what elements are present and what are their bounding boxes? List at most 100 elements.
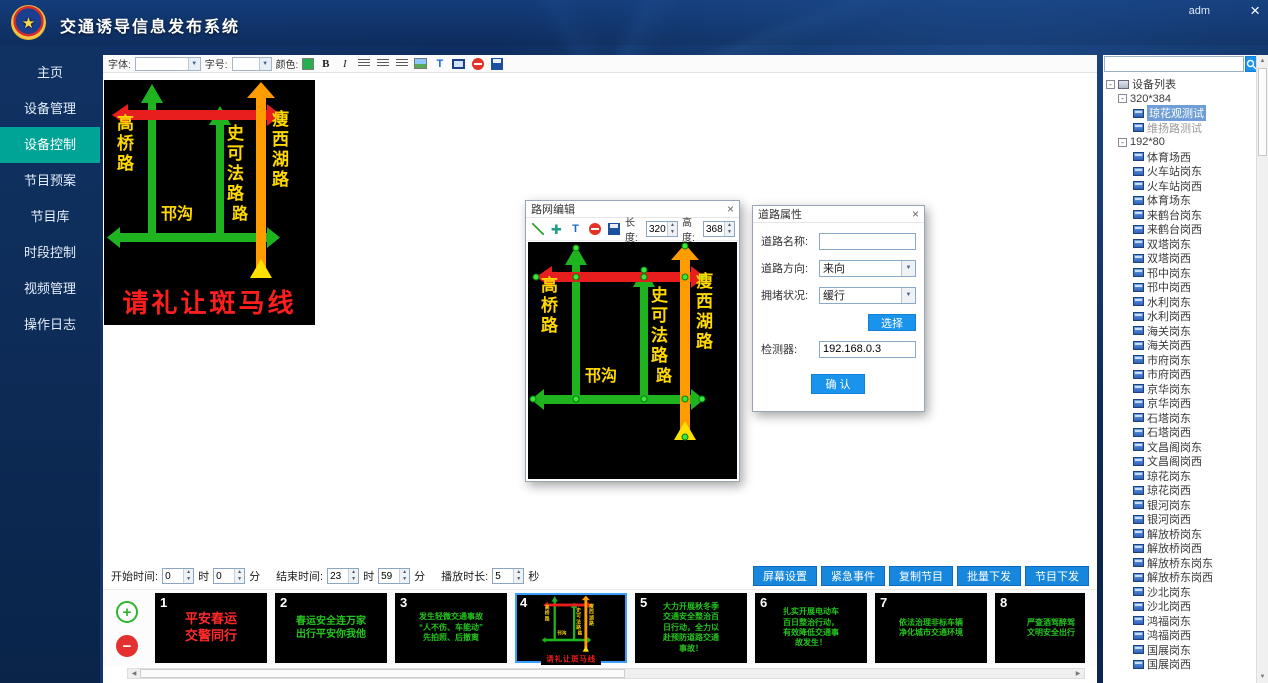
collapse-icon[interactable]: - — [1118, 94, 1127, 103]
align-right-button[interactable] — [394, 57, 409, 71]
device-tree-item[interactable]: 京华岗西 — [1105, 396, 1255, 411]
device-tree-item[interactable]: 文昌阁岗西 — [1105, 454, 1255, 469]
increment-icon[interactable]: ▲ — [184, 569, 193, 576]
horizontal-scrollbar[interactable]: ◀ ▶ — [127, 668, 1085, 679]
device-tree-item[interactable]: 海关岗西 — [1105, 338, 1255, 353]
sidebar-item-program-plan[interactable]: 节目预案 — [0, 163, 100, 199]
decrement-icon[interactable]: ▼ — [400, 576, 409, 583]
device-tree-item[interactable]: 解放桥东岗东 — [1105, 556, 1255, 571]
detector-field[interactable] — [819, 341, 916, 358]
device-tree-item[interactable]: 国展岗西 — [1105, 657, 1255, 672]
align-left-button[interactable] — [356, 57, 371, 71]
road-name-field[interactable] — [819, 233, 916, 250]
start-minute-stepper[interactable]: ▲▼ — [213, 568, 245, 584]
insert-image-button[interactable] — [413, 57, 428, 71]
insert-text-button[interactable]: T — [432, 57, 447, 71]
device-tree-item[interactable]: 双塔岗西 — [1105, 251, 1255, 266]
device-tree-item[interactable]: 沙北岗东 — [1105, 585, 1255, 600]
close-icon[interactable]: × — [1250, 2, 1260, 19]
device-tree-item[interactable]: 海关岗东 — [1105, 324, 1255, 339]
device-tree-item[interactable]: 文昌阁岗东 — [1105, 440, 1255, 455]
scroll-down-icon[interactable]: ▼ — [1257, 671, 1268, 683]
device-tree-item[interactable]: 国展岗东 — [1105, 643, 1255, 658]
device-tree-item[interactable]: 体育场西 — [1105, 150, 1255, 165]
emergency-event-button[interactable]: 紧急事件 — [821, 566, 885, 586]
program-send-button[interactable]: 节目下发 — [1025, 566, 1089, 586]
text-tool-button[interactable]: T — [568, 222, 583, 236]
scroll-left-icon[interactable]: ◀ — [128, 669, 140, 678]
program-thumbnail-8[interactable]: 8 严查酒驾醉驾 文明安全出行 — [995, 593, 1085, 663]
device-tree-item[interactable]: 体育场东 — [1105, 193, 1255, 208]
tree-root[interactable]: - 设备列表 — [1105, 77, 1255, 92]
vertical-scrollbar[interactable]: ▲ ▼ — [1256, 55, 1268, 683]
program-thumbnail-1[interactable]: 1 平安春运 交警同行 — [155, 593, 267, 663]
duration-input[interactable] — [493, 569, 513, 583]
congestion-select[interactable]: 缓行 ▼ — [819, 287, 916, 304]
device-tree-item[interactable]: 琼花岗西 — [1105, 483, 1255, 498]
start-hour-stepper[interactable]: ▲▼ — [162, 568, 194, 584]
remove-program-button[interactable]: − — [116, 635, 138, 657]
decrement-icon[interactable]: ▼ — [184, 576, 193, 583]
device-tree-item[interactable]: 来鹤台岗东 — [1105, 208, 1255, 223]
increment-icon[interactable]: ▲ — [349, 569, 358, 576]
tree-group-192x80[interactable]: - 192*80 — [1105, 135, 1255, 150]
duration-stepper[interactable]: ▲▼ — [492, 568, 524, 584]
decrement-icon[interactable]: ▼ — [725, 229, 734, 236]
device-tree-item[interactable]: 银河岗东 — [1105, 498, 1255, 513]
device-tree-item[interactable]: 鸿福岗西 — [1105, 628, 1255, 643]
program-thumbnail-2[interactable]: 2 春运安全连万家 出行平安你我他 — [275, 593, 387, 663]
end-hour-input[interactable] — [328, 569, 348, 583]
end-hour-stepper[interactable]: ▲▼ — [327, 568, 359, 584]
device-tree-item[interactable]: 双塔岗东 — [1105, 237, 1255, 252]
device-tree-item[interactable]: 琼花观测试 — [1105, 106, 1255, 121]
select-button[interactable]: 选择 — [868, 314, 916, 331]
height-input[interactable] — [704, 222, 724, 236]
sidebar-item-device-management[interactable]: 设备管理 — [0, 91, 100, 127]
scroll-thumb[interactable] — [140, 669, 625, 678]
device-tree-item[interactable]: 火车站岗东 — [1105, 164, 1255, 179]
device-tree-item[interactable]: 邗中岗西 — [1105, 280, 1255, 295]
length-stepper[interactable]: ▲▼ — [646, 221, 678, 237]
end-minute-input[interactable] — [379, 569, 399, 583]
device-tree-item[interactable]: 水利岗西 — [1105, 309, 1255, 324]
increment-icon[interactable]: ▲ — [725, 222, 734, 229]
close-icon[interactable]: × — [912, 208, 919, 220]
copy-program-button[interactable]: 复制节目 — [889, 566, 953, 586]
device-tree-item[interactable]: 沙北岗西 — [1105, 599, 1255, 614]
device-tree-item[interactable]: 水利岗东 — [1105, 295, 1255, 310]
save-button[interactable] — [489, 57, 504, 71]
program-thumbnail-7[interactable]: 7 依法治理非标车辆 净化城市交通环境 — [875, 593, 987, 663]
sign-preview[interactable]: 高桥路 史可法路 瘦西湖路 邗沟 路 请礼让斑马线 — [104, 80, 315, 325]
device-tree-item[interactable]: 维扬路测试 — [1105, 121, 1255, 136]
sidebar-item-operation-log[interactable]: 操作日志 — [0, 307, 100, 343]
device-tree-item[interactable]: 石塔岗西 — [1105, 425, 1255, 440]
device-tree-item[interactable]: 银河岗西 — [1105, 512, 1255, 527]
scroll-right-icon[interactable]: ▶ — [1072, 669, 1084, 678]
start-hour-input[interactable] — [163, 569, 183, 583]
increment-icon[interactable]: ▲ — [235, 569, 244, 576]
program-thumbnail-5[interactable]: 5 大力开展秋冬季 交通安全整治百 日行动，全力以 赴预防道路交通 事故！ — [635, 593, 747, 663]
font-select[interactable]: ▼ — [135, 57, 201, 71]
device-tree-item[interactable]: 解放桥岗西 — [1105, 541, 1255, 556]
decrement-icon[interactable]: ▼ — [514, 576, 523, 583]
color-swatch[interactable] — [302, 58, 314, 70]
increment-icon[interactable]: ▲ — [400, 569, 409, 576]
collapse-icon[interactable]: - — [1118, 138, 1127, 147]
device-tree-item[interactable]: 解放桥岗东 — [1105, 527, 1255, 542]
clear-button[interactable] — [470, 57, 485, 71]
end-minute-stepper[interactable]: ▲▼ — [378, 568, 410, 584]
decrement-icon[interactable]: ▼ — [668, 229, 677, 236]
device-tree-item[interactable]: 火车站岗西 — [1105, 179, 1255, 194]
roadnet-canvas[interactable]: 高桥路 史可法路 瘦西湖路 邗沟 路 请礼让斑马线 — [528, 242, 737, 479]
device-tree-item[interactable]: 邗中岗东 — [1105, 266, 1255, 281]
sidebar-item-time-control[interactable]: 时段控制 — [0, 235, 100, 271]
align-center-button[interactable] — [375, 57, 390, 71]
font-size-select[interactable]: ▼ — [232, 57, 272, 71]
sidebar-item-home[interactable]: 主页 — [0, 55, 100, 91]
screen-button[interactable] — [451, 57, 466, 71]
close-icon[interactable]: × — [727, 203, 734, 215]
device-tree-item[interactable]: 解放桥东岗西 — [1105, 570, 1255, 585]
confirm-button[interactable]: 确 认 — [811, 374, 865, 394]
device-tree-item[interactable]: 石塔岗东 — [1105, 411, 1255, 426]
scroll-track[interactable] — [140, 669, 1072, 678]
